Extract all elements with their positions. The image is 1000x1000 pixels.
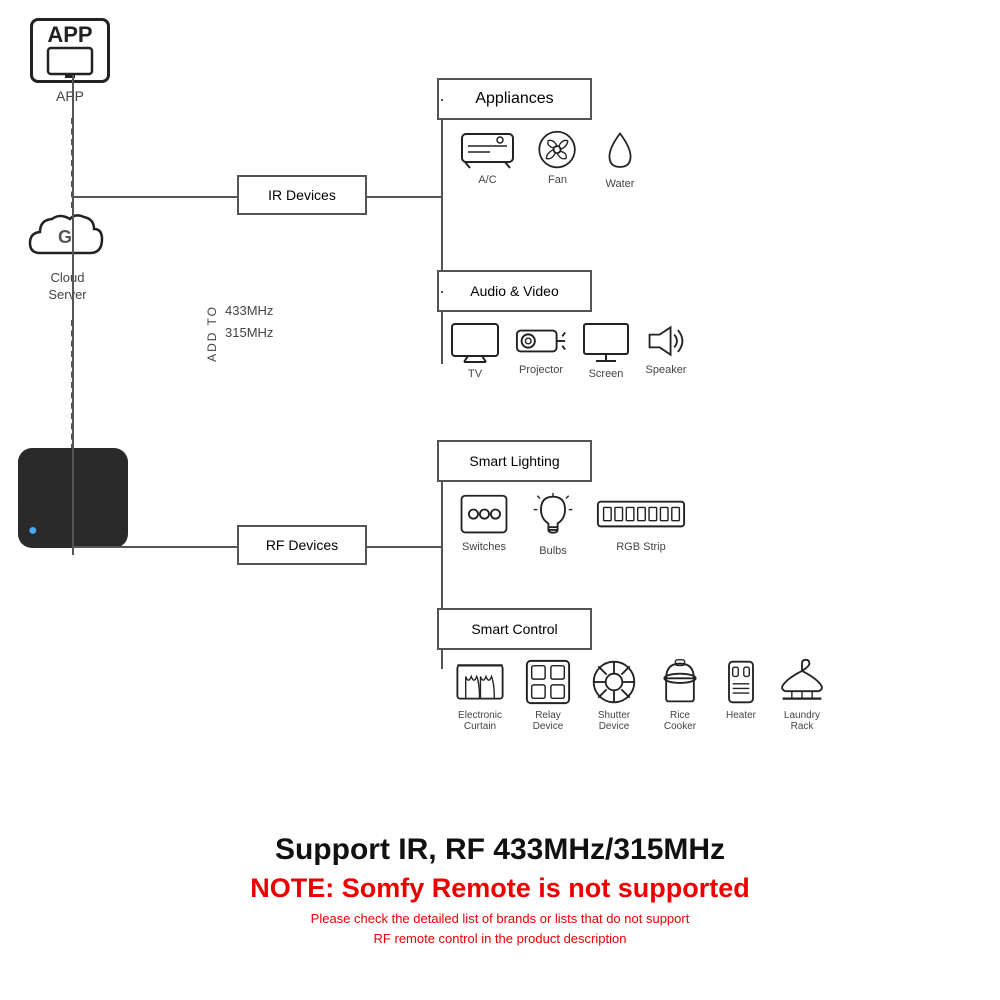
curtain-icon-item: ElectronicCurtain bbox=[450, 658, 510, 732]
water-icon bbox=[600, 130, 640, 174]
rice-cooker-label: RiceCooker bbox=[664, 710, 696, 732]
bulbs-label: Bulbs bbox=[539, 545, 567, 557]
frequency-label: 433MHz315MHz bbox=[225, 300, 273, 344]
relay-label: RelayDevice bbox=[533, 710, 564, 732]
rgb-strip-icon-item: RGB Strip bbox=[596, 493, 686, 553]
sc-icons-row: ElectronicCurtain RelayDevice bbox=[450, 658, 828, 732]
app-label: APP bbox=[56, 88, 84, 104]
add-to-label: ADD TO bbox=[205, 305, 219, 362]
appliances-label: Appliances bbox=[475, 90, 553, 108]
tv-icon-item: TV bbox=[450, 322, 500, 380]
curtain-icon bbox=[454, 658, 506, 706]
rice-cooker-icon bbox=[656, 658, 704, 706]
relay-icon bbox=[524, 658, 572, 706]
bottom-text-section: Support IR, RF 433MHz/315MHz NOTE: Somfy… bbox=[0, 833, 1000, 948]
fan-icon-item: Fan bbox=[535, 130, 580, 186]
app-section: APP APP bbox=[30, 18, 110, 104]
screen-label: Screen bbox=[589, 368, 624, 380]
ac-icon bbox=[460, 130, 515, 170]
ac-icon-item: A/C bbox=[460, 130, 515, 186]
rgb-strip-label: RGB Strip bbox=[616, 541, 666, 553]
projector-icon-item: Projector bbox=[515, 322, 567, 376]
shutter-icon bbox=[589, 658, 639, 706]
main-vert-line bbox=[72, 75, 74, 555]
wifi-indicator: ● bbox=[28, 522, 38, 540]
rf-devices-box: RF Devices bbox=[237, 525, 367, 565]
switches-label: Switches bbox=[462, 541, 506, 553]
switches-icon-item: Switches bbox=[458, 493, 510, 553]
heater-label: Heater bbox=[726, 710, 756, 721]
ir-devices-label: IR Devices bbox=[268, 187, 336, 203]
appliances-icons-row: A/C Fan Water bbox=[460, 130, 640, 190]
sl-box: Smart Lighting bbox=[437, 440, 592, 482]
screen-icon-item: Screen bbox=[582, 322, 630, 380]
note-text: NOTE: Somfy Remote is not supported bbox=[0, 873, 1000, 904]
av-label: Audio & Video bbox=[470, 283, 558, 299]
support-text: Support IR, RF 433MHz/315MHz bbox=[0, 833, 1000, 867]
av-box: Audio & Video bbox=[437, 270, 592, 312]
rf-devices-label: RF Devices bbox=[266, 537, 338, 553]
bulbs-icon-item: Bulbs bbox=[532, 493, 574, 557]
switches-icon bbox=[458, 493, 510, 537]
water-icon-item: Water bbox=[600, 130, 640, 190]
tablet-icon bbox=[45, 46, 95, 78]
cloud-label: CloudServer bbox=[48, 270, 86, 304]
sl-label: Smart Lighting bbox=[469, 453, 559, 469]
rf-to-splitter bbox=[367, 546, 442, 548]
speaker-icon-item: Speaker bbox=[645, 322, 687, 376]
rgb-strip-icon bbox=[596, 493, 686, 537]
sc-label: Smart Control bbox=[471, 621, 557, 637]
shutter-icon-item: ShutterDevice bbox=[586, 658, 642, 732]
curtain-label: ElectronicCurtain bbox=[458, 710, 502, 732]
tv-label: TV bbox=[468, 368, 482, 380]
ac-label: A/C bbox=[478, 174, 496, 186]
laundry-rack-icon bbox=[778, 658, 826, 706]
svg-text:G: G bbox=[58, 227, 72, 247]
laundry-rack-icon-item: LaundryRack bbox=[776, 658, 828, 732]
sl-icons-row: Switches Bulbs bbox=[458, 493, 686, 557]
ir-to-splitter bbox=[367, 196, 442, 198]
tv-icon bbox=[450, 322, 500, 364]
cloud-section: G CloudServer bbox=[20, 205, 115, 304]
line-ir-to-av bbox=[441, 291, 443, 293]
ir-horiz-line bbox=[72, 196, 242, 198]
rice-cooker-icon-item: RiceCooker bbox=[654, 658, 706, 732]
app-label-top: APP bbox=[47, 24, 92, 46]
ir-devices-box: IR Devices bbox=[237, 175, 367, 215]
relay-icon-item: RelayDevice bbox=[522, 658, 574, 732]
fan-icon bbox=[535, 130, 580, 170]
appliances-box: Appliances bbox=[437, 78, 592, 120]
cloud-icon: G bbox=[20, 205, 115, 270]
speaker-label: Speaker bbox=[646, 364, 687, 376]
sc-box: Smart Control bbox=[437, 608, 592, 650]
projector-icon bbox=[515, 322, 567, 360]
speaker-icon bbox=[645, 322, 687, 360]
fan-label: Fan bbox=[548, 174, 567, 186]
projector-label: Projector bbox=[519, 364, 563, 376]
rf-horiz-line bbox=[72, 546, 242, 548]
heater-icon-item: Heater bbox=[718, 658, 764, 721]
line-to-appliances bbox=[441, 99, 443, 101]
shutter-label: ShutterDevice bbox=[598, 710, 630, 732]
screen-icon bbox=[582, 322, 630, 364]
av-icons-row: TV Projector Screen bbox=[450, 322, 687, 380]
app-icon-box: APP bbox=[30, 18, 110, 83]
heater-icon bbox=[721, 658, 761, 706]
main-container: APP APP G CloudServer ● ADD TO bbox=[0, 0, 1000, 1000]
water-label: Water bbox=[606, 178, 635, 190]
detail-text: Please check the detailed list of brands… bbox=[0, 909, 1000, 948]
bulbs-icon bbox=[532, 493, 574, 541]
ir-vert-splitter bbox=[441, 99, 443, 364]
laundry-rack-label: LaundryRack bbox=[784, 710, 820, 732]
